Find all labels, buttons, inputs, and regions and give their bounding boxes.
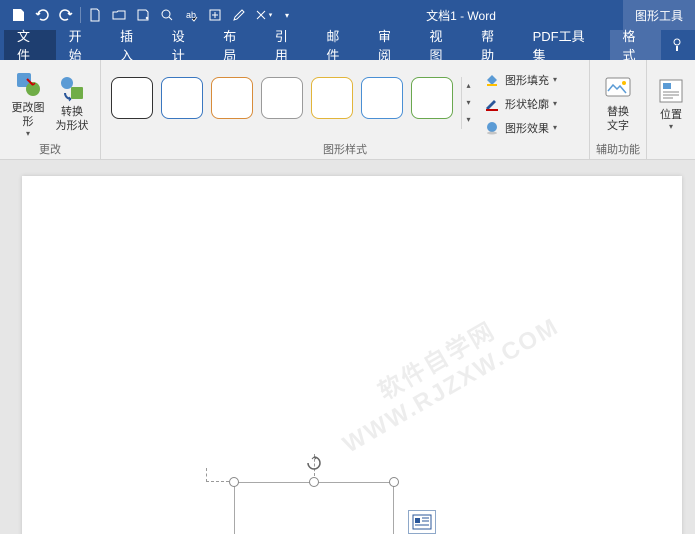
shape-fill-label: 图形填充 xyxy=(505,72,549,88)
style-swatch-6[interactable] xyxy=(361,77,403,119)
undo-icon[interactable] xyxy=(30,3,54,27)
spelling-icon[interactable]: ab xyxy=(179,3,203,27)
quick-access-toolbar: ab ▾ ▾ xyxy=(0,3,299,27)
save-icon[interactable] xyxy=(6,3,30,27)
ribbon-group-accessibility: 替换 文字 辅助功能 xyxy=(590,60,647,159)
alt-text-button[interactable]: 替换 文字 xyxy=(596,70,640,135)
group-access-label: 辅助功能 xyxy=(596,141,640,159)
ribbon-group-arrange: 位置 ▾ xyxy=(647,60,695,159)
shape-outline-label: 形状轮廓 xyxy=(505,96,549,112)
layout-options-icon xyxy=(412,514,432,530)
style-swatch-1[interactable] xyxy=(111,77,153,119)
tab-help[interactable]: 帮助 xyxy=(468,30,520,60)
resize-handle-nw[interactable] xyxy=(229,477,239,487)
shape-outline-button[interactable]: 形状轮廓 ▾ xyxy=(479,93,561,115)
tab-layout[interactable]: 布局 xyxy=(210,30,262,60)
alt-text-label: 替换 文字 xyxy=(607,105,629,133)
shape-effects-button[interactable]: 图形效果 ▾ xyxy=(479,117,561,139)
more-icon[interactable]: ▾ xyxy=(251,3,275,27)
edit-icon[interactable] xyxy=(227,3,251,27)
shape-style-gallery: ▴▾▾ xyxy=(107,73,479,133)
document-title: 文档1 - Word xyxy=(299,7,623,24)
layout-options-button[interactable] xyxy=(408,510,436,534)
style-swatch-7[interactable] xyxy=(411,77,453,119)
qat-customize-icon[interactable]: ▾ xyxy=(275,3,299,27)
shape-format-buttons: 图形填充 ▾ 形状轮廓 ▾ 图形效果 ▾ xyxy=(479,67,561,139)
shape-selection[interactable] xyxy=(234,482,394,534)
tab-format[interactable]: 格式 xyxy=(610,30,662,60)
watermark: 软件自学网 WWW.RJZXW.COM xyxy=(324,289,564,460)
save-as-icon[interactable] xyxy=(131,3,155,27)
rotation-handle[interactable] xyxy=(305,454,323,472)
tell-me-icon[interactable] xyxy=(661,30,695,60)
paint-bucket-icon xyxy=(483,71,501,89)
open-icon[interactable] xyxy=(107,3,131,27)
tab-pdf-tools[interactable]: PDF工具集 xyxy=(520,30,610,60)
tab-file[interactable]: 文件 xyxy=(4,30,56,60)
tab-design[interactable]: 设计 xyxy=(159,30,211,60)
tab-view[interactable]: 视图 xyxy=(417,30,469,60)
change-shape-button[interactable]: 更改图 形 ▾ xyxy=(6,66,50,140)
pen-outline-icon xyxy=(483,95,501,113)
convert-to-shape-button[interactable]: 转换 为形状 xyxy=(50,70,94,135)
redo-icon[interactable] xyxy=(54,3,78,27)
resize-handle-n[interactable] xyxy=(309,477,319,487)
tab-review[interactable]: 审阅 xyxy=(365,30,417,60)
style-swatch-4[interactable] xyxy=(261,77,303,119)
selection-rect xyxy=(234,482,394,534)
group-change-label: 更改 xyxy=(6,141,94,159)
change-shape-label: 更改图 形 xyxy=(12,101,45,129)
gallery-more-button[interactable]: ▴▾▾ xyxy=(461,77,475,129)
style-swatch-5[interactable] xyxy=(311,77,353,119)
style-swatch-2[interactable] xyxy=(161,77,203,119)
position-label: 位置 xyxy=(660,108,682,122)
shape-effects-label: 图形效果 xyxy=(505,120,549,136)
ribbon-group-styles: ▴▾▾ 图形填充 ▾ 形状轮廓 ▾ 图形效果 ▾ xyxy=(101,60,590,159)
ribbon-tabs: 文件 开始 插入 设计 布局 引用 邮件 审阅 视图 帮助 PDF工具集 格式 xyxy=(0,30,695,60)
effects-icon xyxy=(483,119,501,137)
resize-handle-ne[interactable] xyxy=(389,477,399,487)
document-canvas[interactable]: 软件自学网 WWW.RJZXW.COM xyxy=(0,160,695,534)
chevron-down-icon: ▾ xyxy=(26,129,30,138)
tab-mail[interactable]: 邮件 xyxy=(313,30,365,60)
insert-icon[interactable] xyxy=(203,3,227,27)
tab-references[interactable]: 引用 xyxy=(262,30,314,60)
tab-home[interactable]: 开始 xyxy=(56,30,108,60)
new-doc-icon[interactable] xyxy=(83,3,107,27)
group-styles-label: 图形样式 xyxy=(107,141,583,159)
position-button[interactable]: 位置 ▾ xyxy=(653,73,689,133)
ribbon: 更改图 形 ▾ 转换 为形状 更改 ▴▾▾ xyxy=(0,60,695,160)
convert-label: 转换 为形状 xyxy=(56,105,89,133)
style-swatch-3[interactable] xyxy=(211,77,253,119)
shape-fill-button[interactable]: 图形填充 ▾ xyxy=(479,69,561,91)
page[interactable]: 软件自学网 WWW.RJZXW.COM xyxy=(22,176,682,534)
ribbon-group-change: 更改图 形 ▾ 转换 为形状 更改 xyxy=(0,60,101,159)
tab-insert[interactable]: 插入 xyxy=(107,30,159,60)
print-preview-icon[interactable] xyxy=(155,3,179,27)
